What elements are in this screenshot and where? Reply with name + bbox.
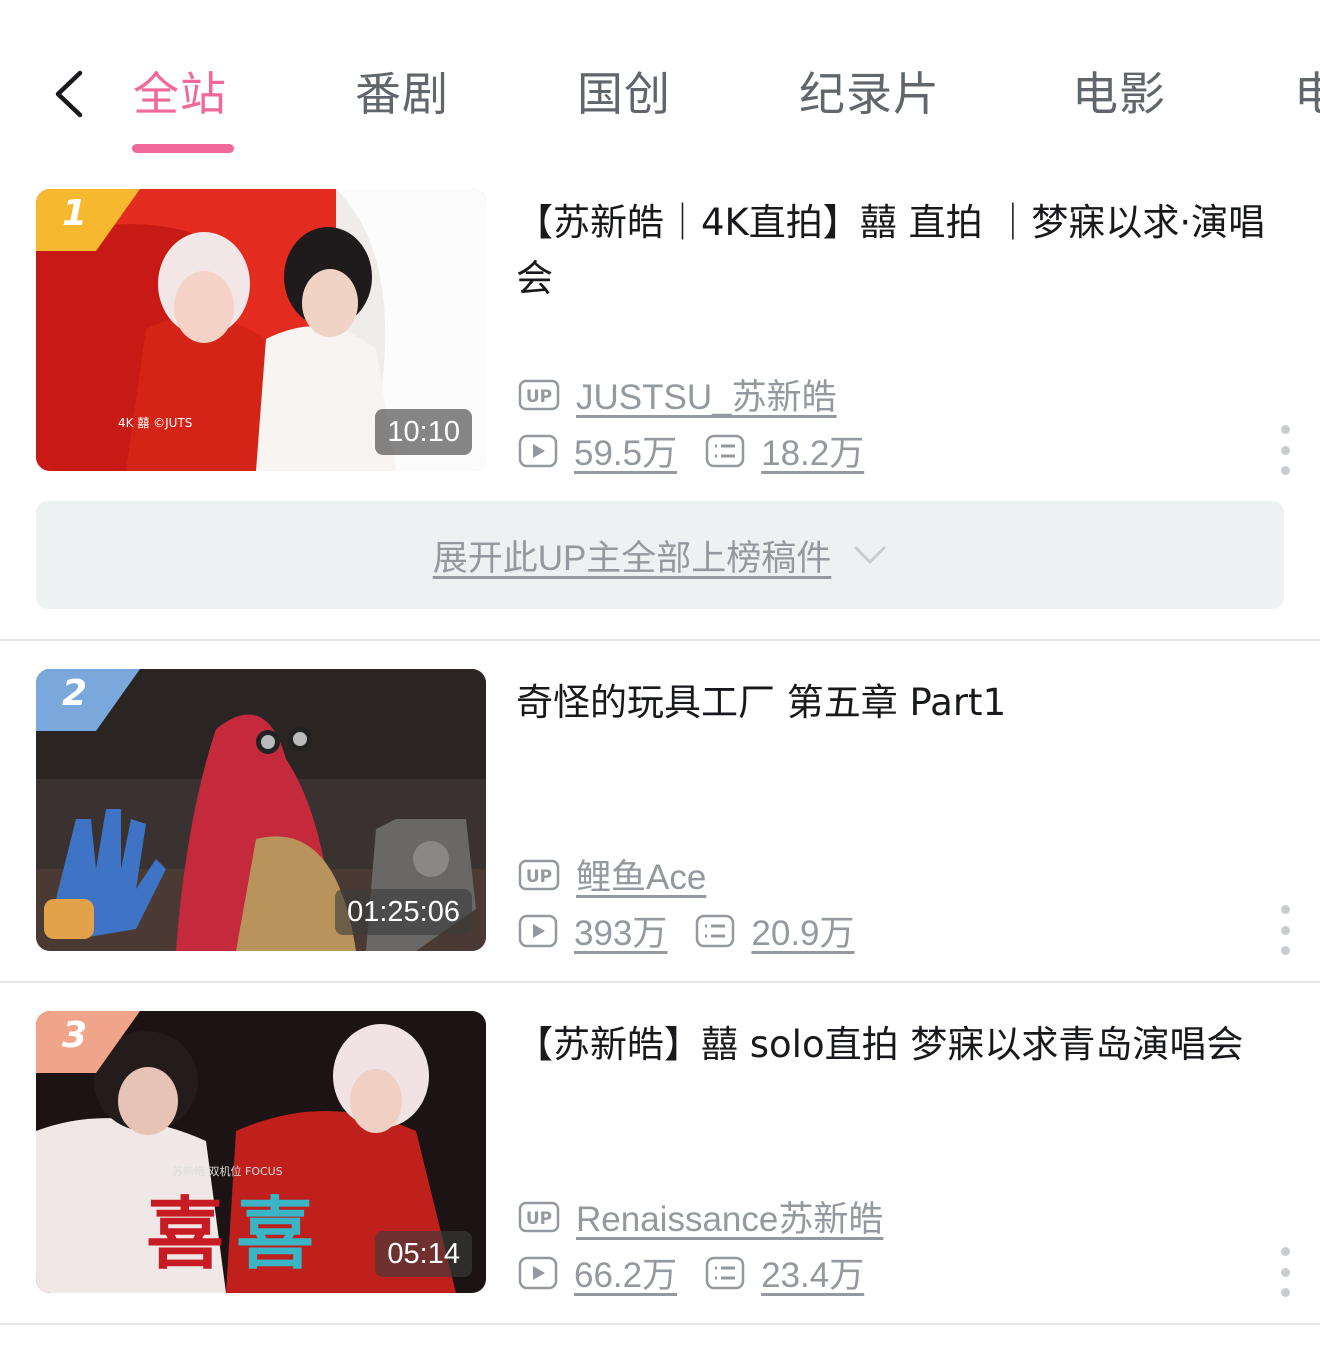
stats-row: 66.2万 23.4万	[518, 1247, 864, 1298]
expand-uploader-videos-button[interactable]: 展开此UP主全部上榜稿件	[36, 501, 1284, 609]
active-tab-indicator	[132, 144, 234, 153]
up-badge-icon: UP	[518, 859, 560, 890]
tab-all[interactable]: 全站	[133, 64, 227, 124]
svg-text:喜: 喜	[236, 1190, 314, 1280]
video-duration: 05:14	[375, 1231, 472, 1277]
tab-guochuang[interactable]: 国创	[577, 64, 671, 124]
play-count-icon	[518, 434, 558, 467]
uploader-row: UP Renaissance苏新皓	[518, 1191, 883, 1242]
back-button[interactable]	[44, 66, 94, 122]
video-thumbnail[interactable]: 4K 囍 ©JUTS 1 10:10	[36, 189, 486, 471]
svg-text:4K 囍 ©JUTS: 4K 囍 ©JUTS	[118, 416, 192, 430]
uploader-name[interactable]: Renaissance苏新皓	[576, 1191, 883, 1242]
danmaku-count[interactable]: 18.2万	[761, 425, 864, 476]
video-list-item[interactable]: 2 01:25:06 奇怪的玩具工厂 第五章 Part1 UP 鲤鱼Ace 39…	[0, 669, 1320, 955]
video-list-item[interactable]: 喜 喜 苏新皓 双机位 FOCUS 3 05:14 【苏新皓】囍 solo直拍 …	[0, 1011, 1320, 1297]
rank-badge: 2	[36, 669, 140, 731]
view-count[interactable]: 59.5万	[574, 425, 677, 476]
video-title[interactable]: 【苏新皓｜4K直拍】囍 直拍 ｜梦寐以求·演唱会	[516, 195, 1276, 307]
tab-anime[interactable]: 番剧	[355, 64, 449, 124]
more-options-button[interactable]	[1274, 1247, 1296, 1297]
view-count[interactable]: 393万	[574, 905, 667, 956]
video-duration: 01:25:06	[335, 889, 472, 935]
svg-text:喜: 喜	[146, 1190, 224, 1280]
tab-movie[interactable]: 电影	[1072, 64, 1166, 124]
danmaku-count[interactable]: 23.4万	[761, 1247, 864, 1298]
play-count-icon	[518, 1256, 558, 1289]
video-thumbnail[interactable]: 2 01:25:06	[36, 669, 486, 951]
uploader-row: UP JUSTSU_苏新皓	[518, 369, 837, 420]
svg-text:UP: UP	[526, 387, 552, 407]
uploader-name[interactable]: JUSTSU_苏新皓	[576, 369, 837, 420]
rank-badge: 3	[36, 1011, 140, 1073]
svg-text:UP: UP	[526, 867, 552, 887]
video-title[interactable]: 奇怪的玩具工厂 第五章 Part1	[516, 675, 1276, 731]
svg-text:苏新皓 双机位 FOCUS: 苏新皓 双机位 FOCUS	[172, 1164, 283, 1178]
uploader-name[interactable]: 鲤鱼Ace	[576, 849, 706, 900]
divider	[0, 1323, 1320, 1325]
video-list-item[interactable]: 4K 囍 ©JUTS 1 10:10 【苏新皓｜4K直拍】囍 直拍 ｜梦寐以求·…	[0, 189, 1320, 475]
up-badge-icon: UP	[518, 1201, 560, 1232]
rank-badge: 1	[36, 189, 140, 251]
uploader-row: UP 鲤鱼Ace	[518, 849, 706, 900]
more-options-button[interactable]	[1274, 905, 1296, 955]
more-options-button[interactable]	[1274, 425, 1296, 475]
top-tab-bar: 全站 番剧 国创 纪录片 电影 电	[0, 0, 1320, 170]
up-badge-icon: UP	[518, 379, 560, 410]
stats-row: 393万 20.9万	[518, 905, 855, 956]
rank-number: 2	[62, 673, 88, 714]
divider	[0, 639, 1320, 641]
divider	[0, 981, 1320, 983]
chevron-down-icon	[854, 546, 886, 564]
svg-text:UP: UP	[526, 1209, 552, 1229]
play-count-icon	[518, 914, 558, 947]
danmaku-count-icon	[705, 434, 745, 467]
rank-number: 1	[62, 193, 88, 234]
danmaku-count[interactable]: 20.9万	[751, 905, 854, 956]
view-count[interactable]: 66.2万	[574, 1247, 677, 1298]
video-duration: 10:10	[375, 409, 472, 455]
video-title[interactable]: 【苏新皓】囍 solo直拍 梦寐以求青岛演唱会	[516, 1017, 1276, 1073]
stats-row: 59.5万 18.2万	[518, 425, 864, 476]
tab-tv-partial[interactable]: 电	[1294, 64, 1320, 124]
chevron-left-icon	[55, 70, 83, 118]
danmaku-count-icon	[696, 914, 735, 947]
rank-number: 3	[62, 1015, 88, 1056]
video-thumbnail[interactable]: 喜 喜 苏新皓 双机位 FOCUS 3 05:14	[36, 1011, 486, 1293]
expand-label: 展开此UP主全部上榜稿件	[432, 538, 832, 578]
danmaku-count-icon	[705, 1256, 745, 1289]
tab-documentary[interactable]: 纪录片	[799, 64, 940, 124]
